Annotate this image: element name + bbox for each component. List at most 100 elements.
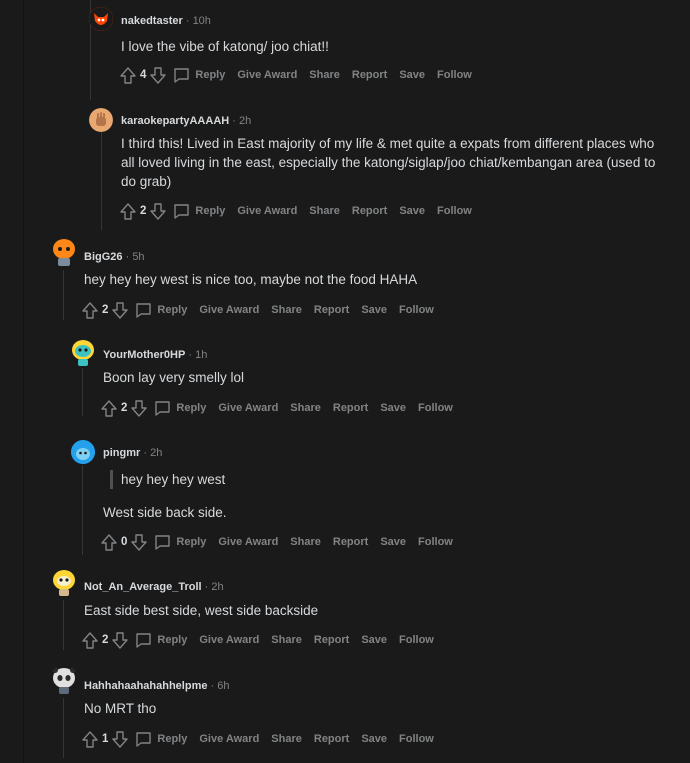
downvote-icon[interactable] bbox=[149, 201, 167, 221]
vote-controls: 2 bbox=[119, 201, 167, 221]
username[interactable]: BigG26 bbox=[84, 251, 123, 263]
blockquote: hey hey hey west bbox=[110, 470, 225, 489]
cyan-snoo-avatar-icon bbox=[72, 340, 94, 366]
avatar[interactable] bbox=[89, 7, 113, 31]
follow-button[interactable]: Follow bbox=[399, 733, 434, 745]
timestamp[interactable]: 2h bbox=[150, 447, 162, 459]
share-button[interactable]: Share bbox=[271, 304, 302, 316]
share-button[interactable]: Share bbox=[271, 634, 302, 646]
reply-button[interactable]: Reply bbox=[135, 302, 187, 318]
comment-meta: Hahhahaahahahhelpme · 6h bbox=[84, 680, 230, 692]
share-button[interactable]: Share bbox=[309, 205, 340, 217]
reply-button[interactable]: Reply bbox=[173, 67, 225, 83]
downvote-icon[interactable] bbox=[130, 398, 148, 418]
timestamp[interactable]: 2h bbox=[211, 581, 223, 593]
report-button[interactable]: Report bbox=[333, 536, 368, 548]
upvote-icon[interactable] bbox=[81, 630, 99, 650]
follow-button[interactable]: Follow bbox=[437, 69, 472, 81]
vote-controls: 2 bbox=[100, 398, 148, 418]
upvote-icon[interactable] bbox=[100, 398, 118, 418]
username[interactable]: Hahhahaahahahhelpme bbox=[84, 680, 207, 692]
username[interactable]: pingmr bbox=[103, 447, 140, 459]
comment-actions: 2 Reply Give Award Share Report Save Fol… bbox=[100, 397, 453, 419]
reply-button[interactable]: Reply bbox=[135, 632, 187, 648]
share-button[interactable]: Share bbox=[271, 733, 302, 745]
username[interactable]: Not_An_Average_Troll bbox=[84, 581, 202, 593]
downvote-icon[interactable] bbox=[130, 532, 148, 552]
timestamp[interactable]: 1h bbox=[195, 349, 207, 361]
give-award-button[interactable]: Give Award bbox=[237, 205, 297, 217]
follow-button[interactable]: Follow bbox=[437, 205, 472, 217]
give-award-button[interactable]: Give Award bbox=[237, 69, 297, 81]
give-award-button[interactable]: Give Award bbox=[218, 536, 278, 548]
give-award-button[interactable]: Give Award bbox=[199, 634, 259, 646]
vote-controls: 4 bbox=[119, 65, 167, 85]
share-button[interactable]: Share bbox=[290, 402, 321, 414]
timestamp[interactable]: 2h bbox=[239, 115, 251, 127]
vote-controls: 2 bbox=[81, 630, 129, 650]
save-button[interactable]: Save bbox=[361, 304, 387, 316]
save-button[interactable]: Save bbox=[380, 536, 406, 548]
panda-snoo-avatar-icon bbox=[52, 667, 76, 694]
thread-rail[interactable] bbox=[82, 465, 83, 555]
give-award-button[interactable]: Give Award bbox=[218, 402, 278, 414]
give-award-button[interactable]: Give Award bbox=[199, 733, 259, 745]
downvote-icon[interactable] bbox=[111, 729, 129, 749]
username[interactable]: YourMother0HP bbox=[103, 349, 185, 361]
downvote-icon[interactable] bbox=[111, 630, 129, 650]
report-button[interactable]: Report bbox=[314, 634, 349, 646]
reply-button[interactable]: Reply bbox=[154, 534, 206, 550]
scrollbar[interactable] bbox=[675, 0, 690, 763]
thread-rail[interactable] bbox=[63, 600, 64, 650]
follow-button[interactable]: Follow bbox=[399, 634, 434, 646]
downvote-icon[interactable] bbox=[149, 65, 167, 85]
upvote-icon[interactable] bbox=[81, 300, 99, 320]
thread-rail[interactable] bbox=[82, 368, 83, 416]
save-button[interactable]: Save bbox=[399, 205, 425, 217]
report-button[interactable]: Report bbox=[333, 402, 368, 414]
save-button[interactable]: Save bbox=[361, 634, 387, 646]
follow-button[interactable]: Follow bbox=[418, 536, 453, 548]
comment-icon bbox=[135, 632, 152, 648]
timestamp[interactable]: 5h bbox=[132, 251, 144, 263]
upvote-icon[interactable] bbox=[119, 201, 137, 221]
give-award-button[interactable]: Give Award bbox=[199, 304, 259, 316]
avatar[interactable] bbox=[71, 440, 95, 464]
timestamp[interactable]: 6h bbox=[217, 680, 229, 692]
upvote-icon[interactable] bbox=[81, 729, 99, 749]
avatar[interactable] bbox=[70, 337, 96, 367]
report-button[interactable]: Report bbox=[352, 69, 387, 81]
vote-score: 2 bbox=[140, 205, 147, 217]
timestamp[interactable]: 10h bbox=[193, 15, 211, 27]
avatar[interactable] bbox=[51, 567, 77, 597]
avatar[interactable] bbox=[51, 237, 77, 267]
report-button[interactable]: Report bbox=[314, 304, 349, 316]
reply-button[interactable]: Reply bbox=[154, 400, 206, 416]
avatar[interactable] bbox=[89, 108, 113, 132]
orange-snoo-avatar-icon bbox=[53, 239, 75, 266]
username[interactable]: nakedtaster bbox=[121, 15, 183, 27]
report-button[interactable]: Report bbox=[314, 733, 349, 745]
comment-actions: 4 Reply Give Award Share Report Save Fol… bbox=[119, 64, 472, 86]
follow-button[interactable]: Follow bbox=[418, 402, 453, 414]
avatar[interactable] bbox=[51, 665, 77, 695]
reply-button[interactable]: Reply bbox=[173, 203, 225, 219]
downvote-icon[interactable] bbox=[111, 300, 129, 320]
upvote-icon[interactable] bbox=[100, 532, 118, 552]
share-button[interactable]: Share bbox=[290, 536, 321, 548]
upvote-icon[interactable] bbox=[119, 65, 137, 85]
comment-actions: 2 Reply Give Award Share Report Save Fol… bbox=[81, 299, 434, 321]
vote-score: 1 bbox=[102, 733, 109, 745]
thread-rail[interactable] bbox=[63, 698, 64, 758]
reply-button[interactable]: Reply bbox=[135, 731, 187, 747]
follow-button[interactable]: Follow bbox=[399, 304, 434, 316]
share-button[interactable]: Share bbox=[309, 69, 340, 81]
thread-rail[interactable] bbox=[63, 270, 64, 320]
report-button[interactable]: Report bbox=[352, 205, 387, 217]
save-button[interactable]: Save bbox=[380, 402, 406, 414]
vote-score: 2 bbox=[102, 304, 109, 316]
save-button[interactable]: Save bbox=[399, 69, 425, 81]
thread-rail[interactable] bbox=[101, 130, 102, 230]
username[interactable]: karaokepartyAAAAH bbox=[121, 115, 229, 127]
save-button[interactable]: Save bbox=[361, 733, 387, 745]
